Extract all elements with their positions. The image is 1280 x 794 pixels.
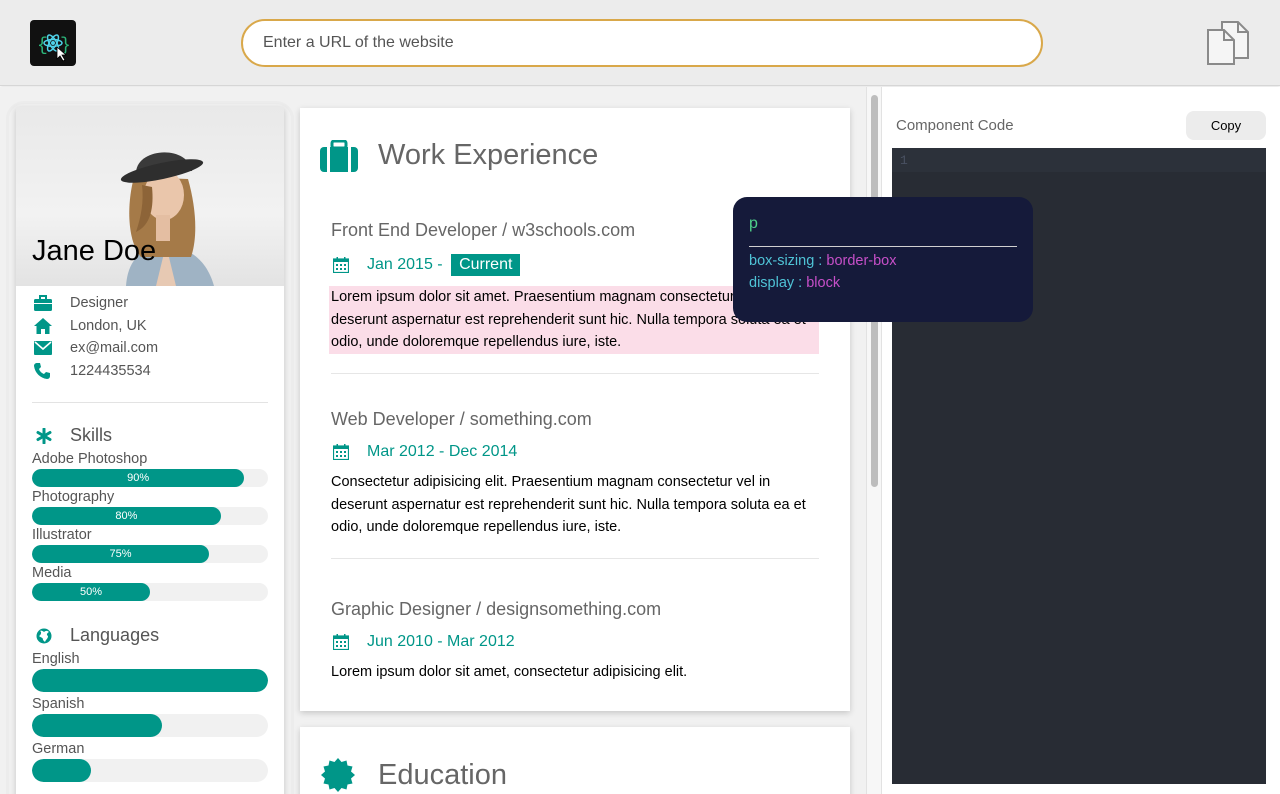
skills-heading: Skills — [16, 425, 284, 446]
job-date-text: Jan 2015 - — [367, 256, 448, 273]
work-title: Work Experience — [378, 139, 599, 171]
skill-bar: 80% — [32, 507, 268, 525]
tooltip-property: display : block — [749, 275, 1017, 291]
tooltip-tag-name: p — [749, 215, 758, 232]
skill-bar-fill: 75% — [32, 545, 209, 563]
calendar-icon — [331, 634, 367, 650]
education-title: Education — [378, 758, 507, 791]
info-phone-text: 1224435534 — [70, 362, 151, 379]
property-key: display — [749, 275, 795, 291]
asterisk-icon — [32, 427, 70, 444]
language-label: English — [32, 651, 80, 667]
skill-label: Illustrator — [32, 527, 92, 543]
react-atom-logo-icon[interactable]: { } — [30, 20, 76, 66]
property-value: block — [806, 275, 841, 291]
property-separator: : — [794, 275, 807, 291]
job-entry: Web Developer / something.com Mar 2012 -… — [331, 409, 819, 559]
element-inspector-tooltip: p box-sizing : border-box display : bloc… — [733, 197, 1033, 322]
skill-bar: 75% — [32, 545, 268, 563]
work-heading: Work Experience — [320, 139, 598, 172]
info-job-text: Designer — [70, 295, 129, 312]
property-key: box-sizing — [749, 253, 815, 269]
languages-title: Languages — [70, 625, 160, 645]
profile-info: Designer London, UK ex@mail.com 12244355… — [16, 286, 284, 382]
job-title: Web Developer / something.com — [331, 409, 592, 429]
job-description: Lorem ipsum dolor sit amet, consectetur … — [331, 664, 688, 680]
profile-photo: Jane Doe — [16, 107, 284, 286]
certificate-icon — [320, 757, 378, 793]
info-phone: 1224435534 — [32, 360, 284, 383]
language-bar — [32, 669, 268, 692]
info-location: London, UK — [32, 315, 284, 338]
tooltip-property: box-sizing : border-box — [749, 253, 1017, 269]
info-email: ex@mail.com — [32, 337, 284, 360]
language-bar — [32, 759, 268, 782]
language-bar — [32, 714, 268, 737]
skill-label: Adobe Photoshop — [32, 451, 148, 467]
education-heading: Education — [320, 757, 507, 793]
language-bar-fill — [32, 714, 162, 737]
calendar-icon — [331, 257, 367, 273]
job-date-text: Jun 2010 - Mar 2012 — [367, 633, 515, 650]
property-value: border-box — [826, 253, 897, 269]
profile-name: Jane Doe — [32, 235, 157, 267]
info-email-text: ex@mail.com — [70, 340, 159, 357]
home-icon — [32, 317, 70, 334]
divider — [331, 557, 819, 559]
job-date-text: Mar 2012 - Dec 2014 — [367, 443, 518, 460]
languages-heading: Languages — [16, 625, 284, 646]
skill-bar: 90% — [32, 469, 268, 487]
profile-sidebar[interactable]: Jane Doe Designer London, UK ex@mail.com… — [16, 107, 284, 794]
skill-label: Photography — [32, 489, 115, 505]
component-code-panel: Component Code Copy 1 — [882, 87, 1280, 794]
copy-button[interactable]: Copy — [1186, 111, 1266, 140]
education-card[interactable]: Education — [300, 727, 850, 794]
calendar-icon — [331, 444, 367, 460]
preview-scrollbar[interactable] — [866, 87, 882, 794]
skill-bar-fill: 80% — [32, 507, 221, 525]
website-preview: Jane Doe Designer London, UK ex@mail.com… — [0, 87, 866, 794]
job-date: Jun 2010 - Mar 2012 — [331, 633, 819, 651]
globe-icon — [32, 628, 70, 644]
component-code-label: Component Code — [896, 117, 1014, 134]
job-date: Mar 2012 - Dec 2014 — [331, 443, 819, 461]
property-separator: : — [814, 253, 827, 269]
briefcase-icon — [32, 295, 70, 312]
url-input[interactable] — [241, 19, 1043, 67]
skills-title: Skills — [70, 425, 113, 445]
tooltip-divider — [749, 246, 1017, 247]
job-description: Consectetur adipisicing elit. Praesentiu… — [331, 474, 806, 535]
job-entry: Graphic Designer / designsomething.com J… — [331, 599, 819, 684]
divider — [32, 402, 268, 403]
language-label: Spanish — [32, 696, 85, 712]
line-number: 1 — [900, 153, 908, 168]
copy-document-icon[interactable] — [1204, 20, 1252, 66]
info-job: Designer — [32, 292, 284, 315]
phone-icon — [32, 362, 70, 379]
divider — [331, 372, 819, 374]
skill-bar: 50% — [32, 583, 268, 601]
envelope-icon — [32, 341, 70, 356]
job-title: Graphic Designer / designsomething.com — [331, 599, 662, 619]
skill-bar-fill: 90% — [32, 469, 245, 487]
current-badge: Current — [451, 254, 521, 276]
skill-label: Media — [32, 565, 72, 581]
skill-bar-fill: 50% — [32, 583, 150, 601]
language-bar-fill — [32, 759, 91, 782]
language-label: German — [32, 741, 85, 757]
language-bar-fill — [32, 669, 268, 692]
top-toolbar: { } — [0, 0, 1280, 86]
info-location-text: London, UK — [70, 317, 147, 334]
suitcase-icon — [320, 139, 378, 172]
active-line — [892, 148, 1266, 172]
